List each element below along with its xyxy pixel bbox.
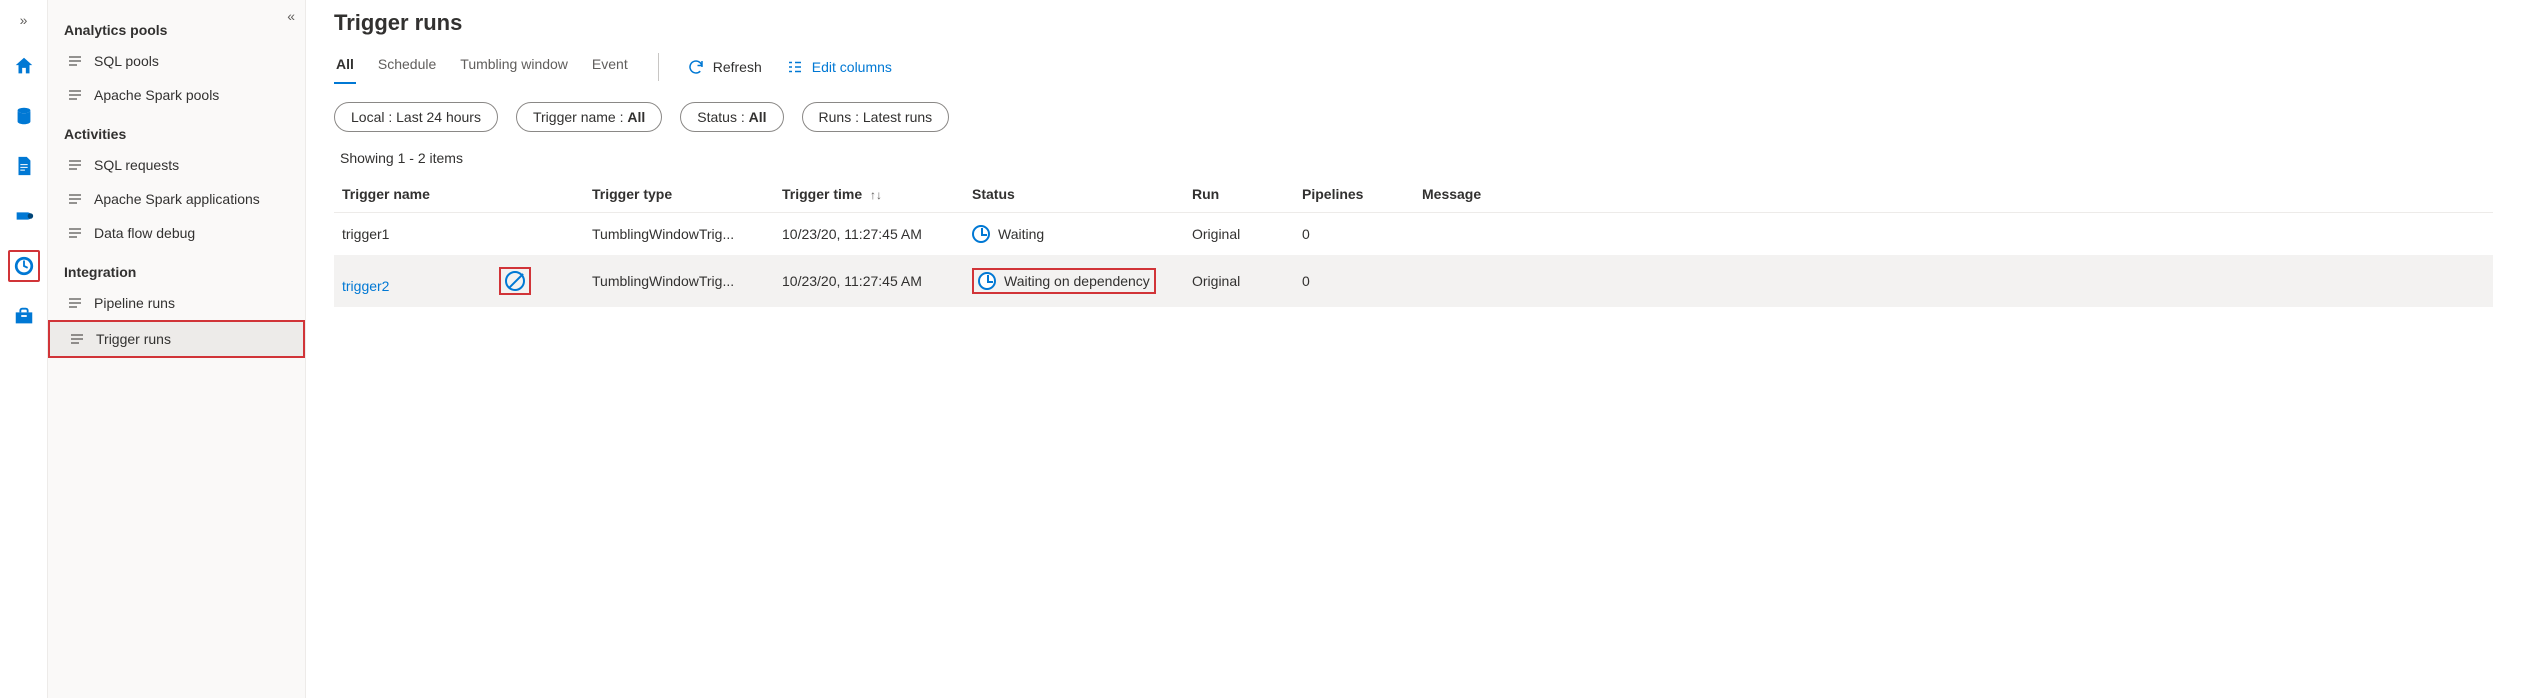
trigger-type: TumblingWindowTrig...	[584, 255, 774, 307]
clock-icon	[978, 272, 996, 290]
col-trigger-time[interactable]: Trigger time ↑↓	[774, 176, 964, 213]
nav-item-icon	[66, 294, 84, 312]
message-value	[1414, 213, 2493, 256]
nav-item-label: Trigger runs	[96, 331, 171, 347]
trigger-type: TumblingWindowTrig...	[584, 213, 774, 256]
nav-item-sql-requests[interactable]: SQL requests	[48, 148, 305, 182]
message-value	[1414, 255, 2493, 307]
filter-pill[interactable]: Runs : Latest runs	[802, 102, 950, 132]
col-trigger-type[interactable]: Trigger type	[584, 176, 774, 213]
rail-pipeline-icon[interactable]	[8, 200, 40, 232]
nav-item-icon	[66, 156, 84, 174]
columns-icon	[786, 58, 804, 76]
edit-columns-button[interactable]: Edit columns	[786, 58, 892, 76]
nav-item-icon	[66, 86, 84, 104]
nav-item-label: Data flow debug	[94, 225, 195, 241]
nav-item-icon	[66, 190, 84, 208]
refresh-icon	[687, 58, 705, 76]
run-value: Original	[1184, 213, 1294, 256]
col-trigger-time-label: Trigger time	[782, 186, 862, 202]
nav-item-sql-pools[interactable]: SQL pools	[48, 44, 305, 78]
nav-group-title: Integration	[48, 250, 305, 286]
sort-icon: ↑↓	[870, 188, 882, 202]
tabs-toolbar: AllScheduleTumbling windowEvent Refresh …	[334, 50, 2493, 84]
trigger-time: 10/23/20, 11:27:45 AM	[774, 213, 964, 256]
collapse-panel-button[interactable]: «	[287, 8, 295, 24]
nav-item-icon	[66, 224, 84, 242]
page-title: Trigger runs	[334, 10, 2493, 36]
nav-item-label: Apache Spark applications	[94, 191, 260, 207]
nav-item-icon	[66, 52, 84, 70]
nav-item-label: SQL pools	[94, 53, 159, 69]
refresh-label: Refresh	[713, 59, 762, 75]
nav-group-title: Activities	[48, 112, 305, 148]
trigger-name: trigger1	[342, 226, 389, 242]
status-text: Waiting	[998, 226, 1044, 242]
status-cell: Waiting on dependency	[972, 268, 1156, 294]
nav-item-apache-spark-applications[interactable]: Apache Spark applications	[48, 182, 305, 216]
col-pipelines[interactable]: Pipelines	[1294, 176, 1414, 213]
nav-item-apache-spark-pools[interactable]: Apache Spark pools	[48, 78, 305, 112]
table-row[interactable]: trigger1 TumblingWindowTrig...10/23/20, 1…	[334, 213, 2493, 256]
nav-item-trigger-runs[interactable]: Trigger runs	[48, 320, 305, 358]
tab-tumbling-window[interactable]: Tumbling window	[458, 50, 570, 84]
pipelines-value: 0	[1294, 213, 1414, 256]
filter-pill[interactable]: Trigger name : All	[516, 102, 662, 132]
col-run[interactable]: Run	[1184, 176, 1294, 213]
nav-item-label: SQL requests	[94, 157, 179, 173]
results-table: Trigger name Trigger type Trigger time ↑…	[334, 176, 2493, 307]
status-text: Waiting on dependency	[1004, 273, 1150, 289]
clock-icon	[972, 225, 990, 243]
col-message[interactable]: Message	[1414, 176, 2493, 213]
trigger-name[interactable]: trigger2	[342, 278, 389, 294]
run-value: Original	[1184, 255, 1294, 307]
icon-rail: »	[0, 0, 48, 698]
nav-item-label: Apache Spark pools	[94, 87, 219, 103]
filter-pill[interactable]: Local : Last 24 hours	[334, 102, 498, 132]
status-cell: Waiting	[972, 225, 1176, 243]
col-status[interactable]: Status	[964, 176, 1184, 213]
rail-document-icon[interactable]	[8, 150, 40, 182]
rail-home-icon[interactable]	[8, 50, 40, 82]
showing-count: Showing 1 - 2 items	[340, 150, 2493, 166]
rail-toolbox-icon[interactable]	[8, 300, 40, 332]
tab-event[interactable]: Event	[590, 50, 630, 84]
tab-all[interactable]: All	[334, 50, 356, 84]
nav-item-label: Pipeline runs	[94, 295, 175, 311]
edit-columns-label: Edit columns	[812, 59, 892, 75]
filters-bar: Local : Last 24 hours Trigger name : All S…	[334, 102, 2493, 132]
filter-pill[interactable]: Status : All	[680, 102, 783, 132]
pipelines-value: 0	[1294, 255, 1414, 307]
divider	[658, 53, 659, 81]
side-panel: « Analytics pools SQL pools Apache Spark p…	[48, 0, 306, 698]
table-row[interactable]: trigger2 TumblingWindowTrig...10/23/20, 1…	[334, 255, 2493, 307]
cancel-run-button[interactable]	[499, 267, 531, 295]
refresh-button[interactable]: Refresh	[687, 58, 762, 76]
nav-item-data-flow-debug[interactable]: Data flow debug	[48, 216, 305, 250]
cancel-icon	[505, 271, 525, 291]
nav-group-title: Analytics pools	[48, 8, 305, 44]
expand-rail-button[interactable]: »	[16, 8, 32, 32]
nav-item-pipeline-runs[interactable]: Pipeline runs	[48, 286, 305, 320]
tab-schedule[interactable]: Schedule	[376, 50, 438, 84]
trigger-time: 10/23/20, 11:27:45 AM	[774, 255, 964, 307]
nav-item-icon	[68, 330, 86, 348]
rail-monitor-icon[interactable]	[8, 250, 40, 282]
main-content: Trigger runs All Schedule Tumbling window E…	[306, 0, 2521, 698]
rail-database-icon[interactable]	[8, 100, 40, 132]
col-trigger-name[interactable]: Trigger name	[334, 176, 584, 213]
